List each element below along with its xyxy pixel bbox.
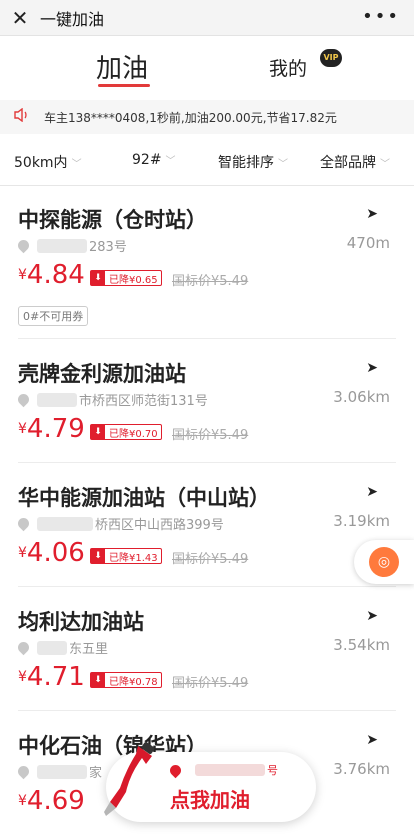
navigate-icon[interactable]: ➤	[366, 360, 378, 376]
location-pin-icon	[15, 391, 32, 408]
station-item[interactable]: 均利达加油站 ➤ 3.54km 东五里 ¥4.71 ⬇ 已降¥0.78 国标价¥5…	[0, 588, 414, 712]
arrow-down-icon: ⬇	[91, 673, 105, 687]
price-drop-badge: ⬇ 已降¥0.78	[90, 672, 162, 688]
chevron-down-icon: ﹀	[278, 159, 288, 170]
station-address: 东五里	[15, 638, 108, 657]
vip-badge: VIP	[320, 49, 342, 67]
price-drop-badge: ⬇ 已降¥1.43	[90, 548, 162, 564]
station-name: 华中能源加油站（中山站）	[18, 486, 270, 510]
station-price: ¥4.79	[18, 414, 85, 444]
notice-bar: 车主138****0408,1秒前,加油200.00元,节省17.82元	[0, 100, 414, 134]
filter-brand[interactable]: 全部品牌 ﹀	[320, 152, 390, 172]
tab-bar: 加油 我的 VIP	[0, 36, 414, 98]
location-pin-icon	[15, 515, 32, 532]
price-drop-badge: ⬇ 已降¥0.65	[90, 270, 162, 286]
divider	[18, 462, 396, 463]
more-icon[interactable]: •••	[362, 6, 400, 27]
tab-refuel[interactable]: 加油	[96, 48, 148, 85]
filter-sort[interactable]: 智能排序 ﹀	[218, 152, 288, 172]
chevron-down-icon: ﹀	[71, 159, 82, 170]
blurred-text	[37, 764, 87, 779]
notice-text: 车主138****0408,1秒前,加油200.00元,节省17.82元	[44, 110, 337, 125]
navigate-icon[interactable]: ➤	[366, 484, 378, 500]
location-pin-icon	[15, 237, 32, 254]
navigate-icon[interactable]: ➤	[366, 206, 378, 222]
station-distance: 3.19km	[333, 512, 390, 530]
location-pin-icon	[15, 763, 32, 780]
cta-location: 号	[167, 762, 278, 778]
station-price: ¥4.71	[18, 662, 85, 692]
standard-price: 国标价¥5.49	[172, 428, 249, 443]
navigate-icon[interactable]: ➤	[366, 732, 378, 748]
station-item[interactable]: 中探能源（仓时站） ➤ 470m 283号 ¥4.84 ⬇ 已降¥0.65 国标价…	[0, 186, 414, 338]
filter-bar: 50km内 ﹀ 92# ﹀ 智能排序 ﹀ 全部品牌 ﹀	[0, 134, 414, 186]
blurred-text	[37, 238, 87, 253]
station-address: 家	[15, 762, 102, 781]
standard-price: 国标价¥5.49	[172, 552, 249, 567]
coupon-tag: 0#不可用券	[18, 306, 89, 326]
page-title: 一键加油	[40, 9, 105, 29]
blurred-text	[37, 392, 77, 407]
divider	[18, 710, 396, 711]
navigate-icon[interactable]: ➤	[366, 608, 378, 624]
station-price: ¥4.69	[18, 786, 85, 816]
tab-underline	[98, 84, 150, 87]
location-pin-icon	[167, 762, 184, 778]
divider	[18, 586, 396, 587]
chevron-down-icon: ﹀	[165, 156, 176, 167]
filter-label: 50km内	[14, 155, 68, 171]
filter-label: 全部品牌	[320, 155, 376, 171]
station-name: 均利达加油站	[18, 610, 144, 634]
tab-mine[interactable]: 我的	[269, 54, 307, 81]
refuel-cta-button[interactable]: 号 点我加油	[104, 742, 316, 822]
station-distance: 3.06km	[333, 388, 390, 406]
speaker-icon	[14, 107, 32, 126]
cta-label: 点我加油	[170, 788, 250, 812]
location-pin-icon	[15, 639, 32, 656]
station-price: ¥4.84	[18, 260, 85, 290]
station-address: 桥西区中山西路399号	[15, 514, 224, 533]
standard-price: 国标价¥5.49	[172, 274, 249, 289]
station-item[interactable]: 华中能源加油站（中山站） ➤ 3.19km 桥西区中山西路399号 ¥4.06 …	[0, 464, 414, 588]
filter-distance[interactable]: 50km内 ﹀	[14, 152, 82, 172]
station-address: 283号	[15, 236, 127, 255]
standard-price: 国标价¥5.49	[172, 676, 249, 691]
arrow-down-icon: ⬇	[91, 271, 105, 285]
station-name: 中探能源（仓时站）	[18, 208, 207, 232]
blurred-text	[37, 640, 67, 655]
arrow-down-icon: ⬇	[91, 549, 105, 563]
station-address: 市桥西区师范街131号	[15, 390, 208, 409]
divider	[18, 338, 396, 339]
blurred-text	[195, 764, 265, 776]
top-bar: ✕ 一键加油 •••	[0, 0, 414, 36]
floating-promo-button[interactable]: ◎	[354, 540, 414, 584]
station-distance: 3.54km	[333, 636, 390, 654]
station-distance: 470m	[346, 234, 390, 252]
close-icon[interactable]: ✕	[0, 0, 40, 36]
filter-label: 92#	[132, 152, 162, 168]
promo-icon: ◎	[369, 547, 399, 577]
blurred-text	[37, 516, 93, 531]
station-distance: 3.76km	[333, 760, 390, 778]
station-item[interactable]: 壳牌金利源加油站 ➤ 3.06km 市桥西区师范街131号 ¥4.79 ⬇ 已降¥…	[0, 340, 414, 464]
price-drop-badge: ⬇ 已降¥0.70	[90, 424, 162, 440]
filter-fuel[interactable]: 92# ﹀	[132, 152, 176, 168]
chevron-down-icon: ﹀	[380, 159, 390, 170]
station-name: 壳牌金利源加油站	[18, 362, 186, 386]
filter-label: 智能排序	[218, 155, 274, 171]
fuel-pump-icon	[104, 742, 155, 816]
arrow-down-icon: ⬇	[91, 425, 105, 439]
station-price: ¥4.06	[18, 538, 85, 568]
